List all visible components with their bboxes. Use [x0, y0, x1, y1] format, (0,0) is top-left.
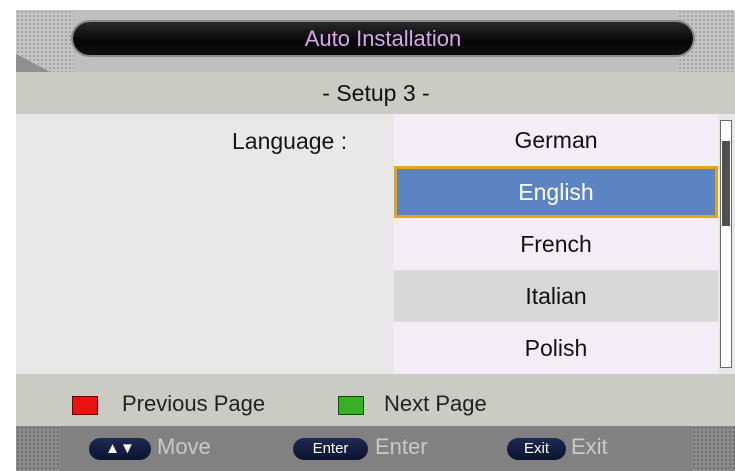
language-option-english[interactable]: English [394, 166, 718, 218]
color-key-legend: Previous Page Next Page [16, 374, 735, 426]
next-page-label[interactable]: Next Page [384, 391, 487, 417]
language-list[interactable]: German English French Italian Polish [394, 114, 718, 374]
red-key-icon [72, 396, 98, 415]
language-option-label: Polish [524, 335, 588, 361]
up-down-arrows-icon: ▲▼ [89, 438, 151, 460]
exit-hint-label: Exit [571, 434, 608, 459]
language-option-french[interactable]: French [394, 218, 718, 270]
language-option-label: Italian [525, 283, 587, 309]
scrollbar-thumb[interactable] [722, 141, 730, 226]
move-hint-label: Move [157, 434, 211, 459]
language-option-german[interactable]: German [394, 114, 718, 166]
setup-step-title: - Setup 3 - [322, 80, 430, 106]
language-option-polish[interactable]: Polish [394, 322, 718, 374]
header-corner-decoration [16, 54, 50, 72]
exit-key-icon: Exit [507, 438, 566, 460]
page-title: Auto Installation [304, 26, 462, 51]
language-option-italian[interactable]: Italian [394, 270, 718, 322]
enter-hint-label: Enter [375, 434, 428, 459]
setup-step-band: - Setup 3 - [16, 72, 735, 114]
previous-page-label[interactable]: Previous Page [122, 391, 265, 417]
enter-key-icon: Enter [293, 438, 368, 460]
language-option-label: French [520, 231, 592, 257]
language-option-label: English [518, 179, 594, 205]
title-bar: Auto Installation [73, 22, 693, 55]
footer-texture-left [16, 426, 60, 471]
key-hint-bar: ▲▼ Move Enter Enter Exit Exit [16, 426, 735, 471]
main-panel: Language : German English French Italian… [16, 114, 735, 374]
language-option-label: German [514, 127, 598, 153]
header-bar: Auto Installation [16, 10, 735, 72]
green-key-icon [338, 396, 364, 415]
language-label: Language : [232, 128, 348, 154]
language-scrollbar[interactable] [720, 120, 732, 368]
footer-texture-right [692, 426, 735, 471]
